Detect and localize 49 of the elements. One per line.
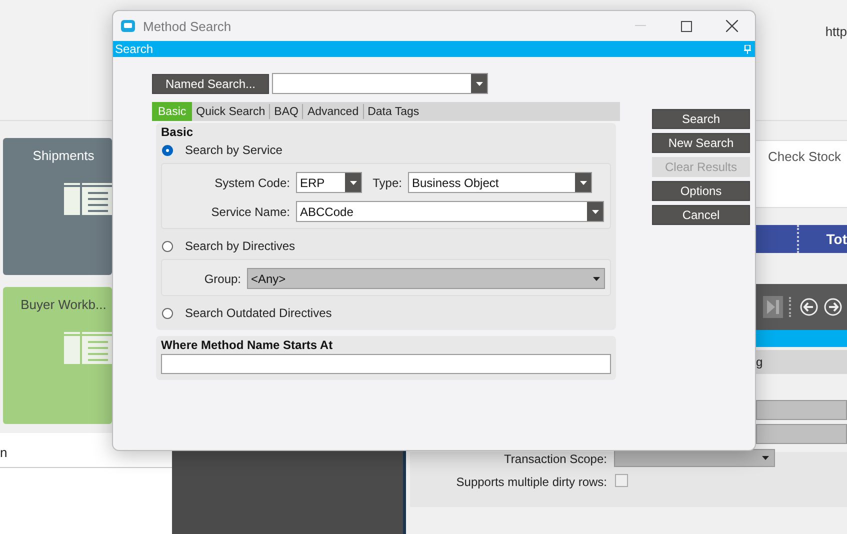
column-header: Tot — [825, 230, 847, 249]
dialog-button[interactable]: Cancel — [652, 205, 750, 225]
method-name-field[interactable] — [161, 354, 611, 374]
named-search-button[interactable]: Named Search... — [152, 74, 269, 94]
system-code-dropdown[interactable]: ERP — [296, 172, 362, 193]
field-label: System Code: — [214, 176, 290, 190]
action-card[interactable]: Check Stock — [756, 140, 847, 208]
checkbox[interactable] — [615, 474, 628, 487]
tab[interactable]: Quick Search — [192, 104, 270, 119]
panel-title: Search — [115, 42, 154, 56]
dialog-button[interactable]: Options — [652, 181, 750, 201]
url-text: http — [825, 24, 847, 39]
tab[interactable]: Advanced — [303, 104, 364, 119]
caret-icon — [592, 276, 600, 280]
radio-label[interactable]: Search by Service — [185, 143, 282, 157]
field-label: n — [0, 445, 8, 460]
app-icon — [121, 20, 135, 32]
caret-icon — [580, 180, 586, 184]
grid-row[interactable]: g — [756, 350, 847, 374]
tab[interactable]: Data Tags — [364, 104, 424, 119]
field-label: Type: — [372, 176, 402, 190]
caret-icon — [350, 180, 356, 184]
named-search-dropdown[interactable] — [272, 73, 488, 94]
radio-label[interactable]: Search Outdated Directives — [185, 306, 332, 320]
scope-dropdown[interactable] — [614, 449, 775, 467]
radio-button[interactable] — [162, 240, 173, 252]
tab[interactable]: BAQ — [270, 104, 304, 119]
caret-icon — [476, 82, 482, 86]
dialog-button[interactable]: New Search — [652, 133, 750, 153]
dialog-button[interactable]: Search — [652, 109, 750, 129]
field-label: Service Name: — [210, 204, 290, 218]
app-tile[interactable]: Buyer Workb... — [3, 287, 112, 424]
radio-button[interactable] — [162, 144, 173, 156]
radio-button[interactable] — [162, 308, 173, 318]
service-name-dropdown[interactable]: ABCCode — [296, 201, 604, 222]
input-field[interactable] — [756, 424, 847, 444]
field-label: Transaction Scope: — [504, 452, 607, 466]
input-field[interactable] — [756, 400, 847, 420]
section-title: Basic — [161, 125, 194, 139]
radio-label[interactable]: Search by Directives — [185, 239, 296, 253]
section-title: Where Method Name Starts At — [161, 338, 334, 352]
row-text: g — [756, 355, 763, 369]
caret-icon — [592, 210, 598, 214]
caret-icon — [762, 456, 769, 460]
field-label: Supports multiple dirty rows: — [456, 475, 607, 489]
field-label: Group: — [203, 272, 241, 286]
app-tile[interactable]: Shipments — [3, 138, 112, 275]
type-dropdown[interactable]: Business Object — [408, 172, 592, 193]
window-title: Method Search — [143, 18, 232, 34]
